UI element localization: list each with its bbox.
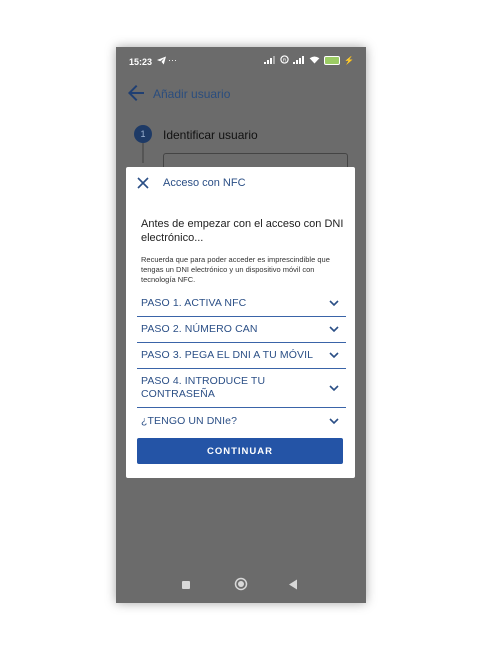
chevron-down-icon — [329, 352, 339, 359]
step-number: 1 — [134, 125, 152, 143]
nav-recents-icon[interactable] — [182, 581, 190, 589]
nav-home-icon[interactable] — [234, 577, 248, 591]
back-arrow-icon[interactable] — [124, 81, 148, 105]
chevron-down-icon — [329, 418, 339, 425]
charging-icon: ⚡ — [344, 56, 354, 65]
accordion-item-paso-3[interactable]: PASO 3. PEGA EL DNI A TU MÓVIL — [137, 343, 346, 369]
page-title: Añadir usuario — [153, 87, 231, 101]
chevron-down-icon — [329, 384, 339, 391]
status-overflow: ··· — [168, 55, 177, 65]
alarm-icon: R — [280, 55, 289, 66]
app-bar: Añadir usuario — [116, 75, 366, 115]
dialog-title: Acceso con NFC — [163, 177, 246, 189]
accordion-label: PASO 1. ACTIVA NFC — [141, 297, 247, 309]
intro-heading: Antes de empezar con el acceso con DNI e… — [141, 218, 344, 244]
signal-icon — [264, 55, 276, 66]
accordion-label: PASO 3. PEGA EL DNI A TU MÓVIL — [141, 349, 314, 361]
accordion-list: PASO 1. ACTIVA NFC PASO 2. NÚMERO CAN PA… — [137, 291, 346, 435]
nfc-dialog: Acceso con NFC Antes de empezar con el a… — [126, 167, 355, 478]
wifi-icon — [309, 55, 320, 66]
accordion-item-tengo-dnie[interactable]: ¿TENGO UN DNIe? — [137, 408, 346, 435]
close-icon[interactable] — [136, 176, 150, 190]
intro-text: Recuerda que para poder acceder es impre… — [141, 255, 330, 284]
status-bar: 15:23 ··· R ⚡ — [116, 47, 366, 75]
nav-back-icon[interactable] — [288, 579, 298, 590]
signal-icon-2 — [293, 55, 305, 66]
battery-icon — [324, 56, 341, 65]
system-nav-bar — [116, 567, 366, 603]
chevron-down-icon — [329, 326, 339, 333]
telegram-icon — [157, 56, 166, 67]
continue-button[interactable]: CONTINUAR — [137, 438, 343, 464]
accordion-label: PASO 4. INTRODUCE TU CONTRASEÑA — [141, 375, 266, 400]
chevron-down-icon — [329, 300, 339, 307]
accordion-label: PASO 2. NÚMERO CAN — [141, 323, 258, 335]
step-connector — [142, 143, 144, 163]
status-time: 15:23 — [129, 57, 153, 67]
accordion-item-paso-2[interactable]: PASO 2. NÚMERO CAN — [137, 317, 346, 343]
accordion-item-paso-1[interactable]: PASO 1. ACTIVA NFC — [137, 291, 346, 317]
svg-text:R: R — [283, 57, 287, 63]
step-label: Identificar usuario — [163, 128, 258, 142]
phone-screen: 15:23 ··· R ⚡ Añadir usuario 1 Identific… — [116, 47, 366, 603]
accordion-item-paso-4[interactable]: PASO 4. INTRODUCE TU CONTRASEÑA — [137, 369, 346, 408]
accordion-label: ¿TENGO UN DNIe? — [141, 415, 238, 427]
